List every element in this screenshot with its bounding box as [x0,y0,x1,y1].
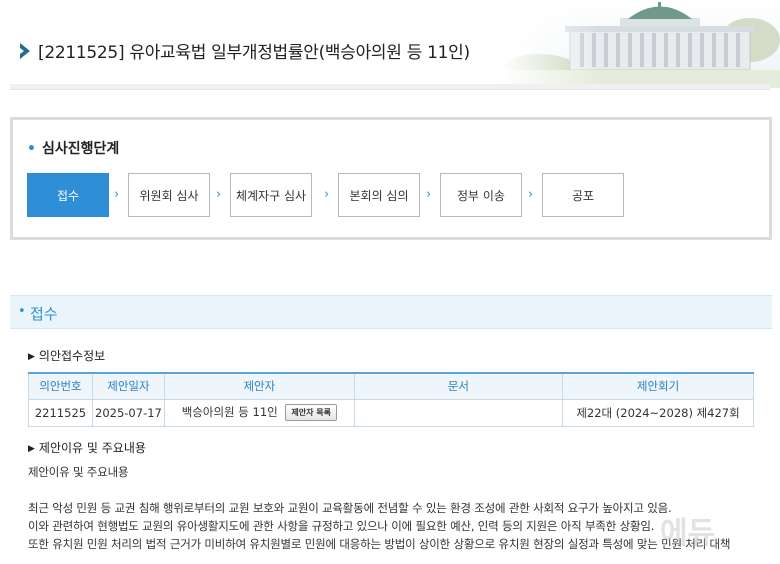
page-header: [2211525] 유아교육법 일부개정법률안(백승아의원 등 11인) [0,0,780,92]
document-cell [353,398,564,427]
reason-line-3: 또한 유치원 민원 처리의 법적 근거가 미비하여 유치원별로 민원에 대응하는… [28,537,731,551]
proposer-name: 백승아의원 등 11인 [181,405,278,419]
bill-receipt-table: 의안번호 제안일자 제안자 문서 제안회기 2211525 2025-07-17… [28,372,754,427]
reason-heading: ▶ 제안이유 및 주요내용 [28,439,146,456]
bullet-icon: • [18,304,26,319]
section-title: 접수 [30,305,58,323]
chevron-right-icon: › [426,187,432,202]
chevron-right-icon [20,43,30,59]
stage-step-receipt[interactable]: 접수 [27,173,109,217]
column-header-session: 제안회기 [562,372,754,400]
stage-step-legislation-review[interactable]: 체계자구 심사 [230,173,312,217]
table-row: 2211525 2025-07-17 백승아의원 등 11인 제안자 목록 제2… [28,398,754,427]
stage-step-promulgation[interactable]: 공포 [542,173,624,217]
stage-heading-label: 심사진행단계 [41,141,120,157]
chevron-right-icon: › [216,187,222,202]
review-stage-panel: • 심사진행단계 접수 › 위원회 심사 › 체계자구 심사 › 본회의 심의 ›… [10,117,772,240]
triangle-right-icon: ▶ [28,444,35,454]
stage-step-government-transfer[interactable]: 정부 이송 [440,173,522,217]
column-header-date: 제안일자 [91,372,165,400]
column-header-bill-no: 의안번호 [28,372,93,400]
bullet-icon: • [27,141,36,157]
page-title: [2211525] 유아교육법 일부개정법률안(백승아의원 등 11인) [38,43,470,63]
column-header-proposer: 제안자 [163,372,355,400]
stage-heading: • 심사진행단계 [27,138,119,158]
date-cell: 2025-07-17 [91,398,165,427]
section-header-receipt: • 접수 [10,295,772,329]
stage-step-committee[interactable]: 위원회 심사 [128,173,210,217]
triangle-right-icon: ▶ [28,352,35,362]
watermark-logo: 에듀 [660,516,716,551]
reason-label: 제안이유 및 주요내용 [28,465,129,479]
header-divider [10,84,770,90]
chevron-right-icon: › [114,187,120,202]
column-header-document: 문서 [353,372,564,400]
chevron-right-icon: › [528,187,534,202]
receipt-info-heading: ▶ 의안접수정보 [28,347,105,364]
session-cell: 제22대 (2024~2028) 제427회 [562,398,754,427]
stage-step-plenary[interactable]: 본회의 심의 [338,173,420,217]
reason-line-2: 이와 관련하여 현행법도 교원의 유아생활지도에 관한 사항을 규정하고 있으나… [28,519,655,533]
chevron-right-icon: › [324,187,330,202]
reason-line-1: 최근 악성 민원 등 교권 침해 행위로부터의 교원 보호와 교원이 교육활동에… [28,501,672,515]
bill-no-cell: 2211525 [28,398,93,427]
proposer-cell: 백승아의원 등 11인 제안자 목록 [163,398,355,427]
proposer-list-button[interactable]: 제안자 목록 [285,404,337,421]
assembly-building-image [500,0,780,88]
table-header-row: 의안번호 제안일자 제안자 문서 제안회기 [28,372,754,400]
reason-heading-label: 제안이유 및 주요내용 [38,441,146,455]
receipt-info-heading-label: 의안접수정보 [38,349,106,363]
